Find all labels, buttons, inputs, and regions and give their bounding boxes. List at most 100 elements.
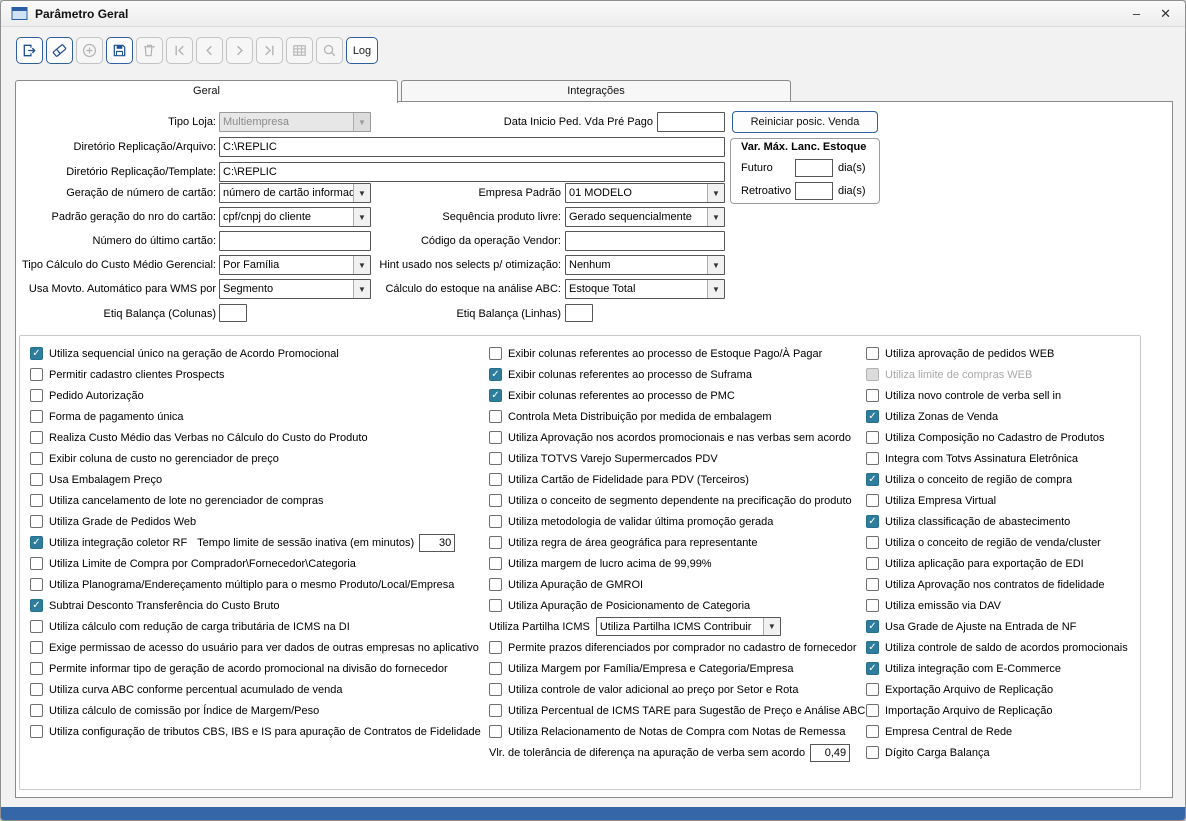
option-row: Empresa Central de Rede — [866, 721, 1138, 742]
checkbox[interactable] — [30, 473, 43, 486]
option-row: Usa Embalagem Preço — [30, 469, 485, 490]
checkbox[interactable] — [489, 704, 502, 717]
checkbox[interactable]: ✓ — [30, 599, 43, 612]
tipo-calculo-custo-select[interactable]: Por Família ▼ — [219, 255, 371, 275]
inline-input[interactable] — [419, 533, 456, 552]
sequencia-produto-livre-select[interactable]: Gerado sequencialmente ▼ — [565, 207, 725, 227]
dir-replicacao-template-input[interactable] — [219, 162, 725, 182]
padrao-geracao-nro-cartao-select[interactable]: cpf/cnpj do cliente ▼ — [219, 207, 371, 227]
option-row: ✓ Exibir colunas referentes ao processo d… — [489, 385, 861, 406]
checkbox[interactable] — [866, 431, 879, 444]
checkbox[interactable] — [866, 578, 879, 591]
checkbox[interactable] — [30, 725, 43, 738]
add-button — [76, 37, 103, 64]
reiniciar-posic-venda-button[interactable]: Reiniciar posic. Venda — [732, 111, 878, 133]
checkbox[interactable] — [489, 599, 502, 612]
combo-value: Multiempresa — [223, 116, 290, 128]
close-button[interactable]: ✕ — [1160, 6, 1171, 22]
checkbox[interactable] — [489, 515, 502, 528]
etiq-balanca-linhas-input[interactable] — [565, 304, 593, 322]
checkbox[interactable] — [489, 494, 502, 507]
checkbox[interactable] — [866, 725, 879, 738]
checkbox[interactable] — [866, 494, 879, 507]
minimize-button[interactable]: – — [1133, 6, 1140, 22]
checkbox[interactable] — [489, 347, 502, 360]
checkbox-label: Utiliza controle de saldo de acordos pro… — [885, 641, 1128, 654]
checkbox[interactable] — [30, 620, 43, 633]
checkbox[interactable] — [866, 599, 879, 612]
checkbox[interactable] — [30, 389, 43, 402]
checkbox-label: Utiliza o conceito de região de compra — [885, 473, 1073, 486]
checkbox[interactable] — [30, 452, 43, 465]
checkbox[interactable] — [866, 704, 879, 717]
retroativo-input[interactable] — [795, 182, 833, 200]
codigo-operacao-vendor-input[interactable] — [565, 231, 725, 251]
checkbox[interactable] — [30, 431, 43, 444]
etiq-balanca-colunas-input[interactable] — [219, 304, 247, 322]
checkbox[interactable] — [489, 557, 502, 570]
checkbox[interactable] — [866, 452, 879, 465]
tab-integracoes[interactable]: Integrações — [401, 80, 791, 101]
toolbar-buttons: Log — [16, 37, 1185, 64]
tolerancia-verba-input[interactable] — [810, 743, 851, 762]
log-button[interactable]: Log — [346, 37, 378, 64]
checkbox[interactable] — [489, 641, 502, 654]
checkbox[interactable]: ✓ — [866, 662, 879, 675]
empresa-padrao-select[interactable]: 01 MODELO ▼ — [565, 183, 725, 203]
dir-replicacao-arquivo-input[interactable] — [219, 137, 725, 157]
checkbox[interactable]: ✓ — [489, 368, 502, 381]
geracao-numero-cartao-select[interactable]: número de cartão informado ▼ — [219, 183, 371, 203]
hint-selects-select[interactable]: Nenhum ▼ — [565, 255, 725, 275]
checkbox-label: Utiliza novo controle de verba sell in — [885, 389, 1062, 402]
checkbox[interactable] — [30, 557, 43, 570]
checkbox[interactable] — [489, 473, 502, 486]
checkbox[interactable] — [489, 452, 502, 465]
checkbox[interactable] — [489, 683, 502, 696]
checkbox[interactable] — [30, 641, 43, 654]
checkbox[interactable] — [489, 725, 502, 738]
movto-wms-select[interactable]: Segmento ▼ — [219, 279, 371, 299]
checkbox[interactable] — [489, 431, 502, 444]
checkbox[interactable] — [30, 515, 43, 528]
checkbox[interactable]: ✓ — [489, 389, 502, 402]
checkbox[interactable] — [489, 536, 502, 549]
calculo-estoque-abc-select[interactable]: Estoque Total ▼ — [565, 279, 725, 299]
checkbox[interactable] — [30, 704, 43, 717]
checkbox[interactable]: ✓ — [866, 410, 879, 423]
checkbox[interactable]: ✓ — [866, 641, 879, 654]
save-button[interactable] — [106, 37, 133, 64]
checkbox[interactable] — [866, 536, 879, 549]
checkbox[interactable] — [866, 683, 879, 696]
checkbox[interactable] — [30, 683, 43, 696]
checkbox[interactable] — [30, 368, 43, 381]
checkbox[interactable] — [866, 347, 879, 360]
data-inicio-input[interactable] — [657, 112, 725, 132]
option-row: Utiliza metodologia de validar última pr… — [489, 511, 861, 532]
checkbox[interactable] — [30, 578, 43, 591]
checkbox[interactable]: ✓ — [866, 620, 879, 633]
checkbox[interactable] — [30, 662, 43, 675]
checkbox[interactable]: ✓ — [866, 515, 879, 528]
clear-button[interactable] — [46, 37, 73, 64]
checkbox-label: Pedido Autorização — [49, 389, 144, 402]
tab-geral[interactable]: Geral — [15, 80, 398, 103]
save-icon — [111, 42, 128, 59]
checkbox[interactable]: ✓ — [30, 536, 43, 549]
partilha-icms-select[interactable]: Utiliza Partilha ICMS Contribuir ▼ — [595, 617, 781, 636]
checkbox[interactable] — [866, 389, 879, 402]
checkbox[interactable]: ✓ — [30, 347, 43, 360]
checkbox[interactable] — [489, 410, 502, 423]
checkbox[interactable] — [489, 662, 502, 675]
checkbox-label: Utiliza Aprovação nos contratos de fidel… — [885, 578, 1105, 591]
export-button[interactable] — [16, 37, 43, 64]
previous-record-icon — [201, 42, 218, 59]
checkbox[interactable] — [866, 746, 879, 759]
checkbox[interactable]: ✓ — [866, 473, 879, 486]
checkbox-label: Utiliza metodologia de validar última pr… — [508, 515, 774, 528]
checkbox[interactable] — [489, 578, 502, 591]
numero-ultimo-cartao-input[interactable] — [219, 231, 371, 251]
checkbox[interactable] — [866, 557, 879, 570]
checkbox[interactable] — [30, 410, 43, 423]
checkbox[interactable] — [30, 494, 43, 507]
futuro-input[interactable] — [795, 159, 833, 177]
